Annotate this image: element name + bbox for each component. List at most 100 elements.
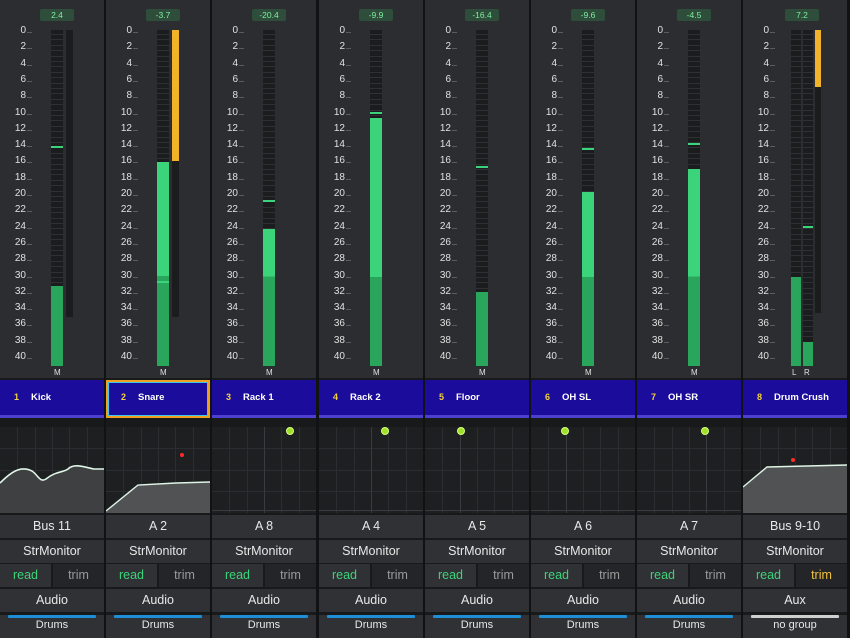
meter-segment <box>263 39 275 40</box>
meter-panel[interactable]: -4.5 0 2 4 6 8 10 12 14 16 18 20 22 24 26 28 30 32 34 36 38 4… <box>637 0 741 378</box>
automation-read-button[interactable]: read <box>319 564 370 587</box>
eq-thumbnail[interactable] <box>212 427 316 513</box>
meter-panel[interactable]: -16.4 0 2 4 6 8 10 12 14 16 18 20 22 24 26 28 30 32 34 36 38… <box>425 0 529 378</box>
input-selector[interactable]: Bus 11 <box>0 515 104 538</box>
meter-scale-tick: 0 <box>20 25 26 36</box>
automation-read-button[interactable]: read <box>637 564 688 587</box>
automation-trim-button[interactable]: trim <box>53 564 104 587</box>
eq-node-dot[interactable] <box>561 427 569 435</box>
automation-read-button[interactable]: read <box>0 564 51 587</box>
meter-segment <box>51 115 63 116</box>
automation-trim-button[interactable]: trim <box>690 564 741 587</box>
monitor-selector[interactable]: StrMonitor <box>106 540 210 563</box>
meter-scale-mark <box>558 178 563 180</box>
meter-segment <box>263 169 275 170</box>
input-selector[interactable]: A 4 <box>319 515 423 538</box>
meter-segment <box>688 66 700 67</box>
input-selector[interactable]: A 7 <box>637 515 741 538</box>
automation-read-button[interactable]: read <box>212 564 263 587</box>
meter-segment <box>51 239 63 240</box>
monitor-selector[interactable]: StrMonitor <box>0 540 104 563</box>
meter-scale-mark <box>27 113 32 115</box>
input-selector[interactable]: A 6 <box>531 515 635 538</box>
meter-segment <box>263 147 275 148</box>
monitor-selector[interactable]: StrMonitor <box>637 540 741 563</box>
meter-panel[interactable]: -3.7 0 2 4 6 8 10 12 14 16 18 20 22 24 26 28 30 32 34 36 38 4… <box>106 0 210 378</box>
meter-scale-mark <box>27 178 32 180</box>
channel-name-button[interactable]: 1 Kick <box>0 380 104 418</box>
input-selector[interactable]: A 8 <box>212 515 316 538</box>
automation-trim-button[interactable]: trim <box>796 564 847 587</box>
automation-read-button[interactable]: read <box>531 564 582 587</box>
automation-trim-button[interactable]: trim <box>478 564 529 587</box>
automation-read-button[interactable]: read <box>425 564 476 587</box>
meter-segment <box>263 83 275 84</box>
meter-scale-tick: 38 <box>333 334 345 346</box>
eq-node-dot[interactable] <box>381 427 389 435</box>
meter-segment <box>582 169 594 170</box>
monitor-selector[interactable]: StrMonitor <box>531 540 635 563</box>
meter-panel[interactable]: -20.4 0 2 4 6 8 10 12 14 16 18 20 22 24 26 28 30 32 34 36 38… <box>212 0 316 378</box>
eq-thumbnail[interactable] <box>425 427 529 513</box>
meter-segment <box>263 218 275 219</box>
automation-trim-button[interactable]: trim <box>584 564 635 587</box>
meter-scale-tick: 38 <box>226 334 238 346</box>
peak-readout[interactable]: -4.5 <box>677 9 711 21</box>
meter-scale-tick: 14 <box>14 139 26 151</box>
channel-name-button[interactable]: 2 Snare <box>106 380 210 418</box>
meter-segment <box>476 72 488 73</box>
channel-name-button[interactable]: 7 OH SR <box>637 380 741 418</box>
meter-scale-mark <box>27 243 32 245</box>
automation-trim-button[interactable]: trim <box>265 564 316 587</box>
meter-panel[interactable]: 2.4 0 2 4 6 8 10 12 14 16 18 20 22 24 26 28 30 32 34 36 38 40… <box>0 0 104 378</box>
eq-thumbnail[interactable] <box>0 427 104 513</box>
meter-scale-tick: 30 <box>226 269 238 281</box>
meter-scale-mark <box>770 309 775 311</box>
channel-name-button[interactable]: 4 Rack 2 <box>319 380 423 418</box>
peak-readout[interactable]: -9.9 <box>359 9 393 21</box>
eq-node-dot[interactable] <box>457 427 465 435</box>
monitor-selector[interactable]: StrMonitor <box>212 540 316 563</box>
meter-segment <box>370 45 382 46</box>
monitor-selector[interactable]: StrMonitor <box>425 540 529 563</box>
eq-thumbnail[interactable] <box>743 427 847 513</box>
channel-name-button[interactable]: 6 OH SL <box>531 380 635 418</box>
peak-readout[interactable]: -16.4 <box>465 9 499 21</box>
eq-thumbnail[interactable] <box>106 427 210 513</box>
input-selector[interactable]: A 2 <box>106 515 210 538</box>
automation-read-button[interactable]: read <box>106 564 157 587</box>
monitor-selector[interactable]: StrMonitor <box>743 540 847 563</box>
channel-name-button[interactable]: 8 Drum Crush <box>743 380 847 418</box>
meter-segment <box>582 39 594 40</box>
meter-scale-tick: 22 <box>14 204 26 216</box>
meter-segment <box>476 158 488 159</box>
eq-node-dot[interactable] <box>701 427 709 435</box>
eq-thumbnail[interactable] <box>637 427 741 513</box>
meter-scale-mark <box>239 64 244 66</box>
input-selector[interactable]: A 5 <box>425 515 529 538</box>
meter-panel[interactable]: -9.6 0 2 4 6 8 10 12 14 16 18 20 22 24 26 28 30 32 34 36 38 4… <box>531 0 635 378</box>
meter-segment <box>803 34 813 35</box>
channel-name-button[interactable]: 3 Rack 1 <box>212 380 316 418</box>
eq-thumbnail[interactable] <box>319 427 423 513</box>
peak-readout[interactable]: -9.6 <box>571 9 605 21</box>
meter-scale-mark <box>664 32 669 33</box>
eq-thumbnail[interactable] <box>531 427 635 513</box>
meter-segment <box>803 66 813 67</box>
automation-read-button[interactable]: read <box>743 564 794 587</box>
peak-readout[interactable]: 7.2 <box>785 9 819 21</box>
peak-readout[interactable]: 2.4 <box>40 9 74 21</box>
track-type-label: Audio <box>531 589 635 612</box>
meter-scale-mark <box>558 80 563 82</box>
channel-name-button[interactable]: 5 Floor <box>425 380 529 418</box>
meter-panel[interactable]: 7.2 0 2 4 6 8 10 12 14 16 18 20 22 24 26 28 30 32 34 36 38 40… <box>743 0 847 378</box>
automation-trim-button[interactable]: trim <box>372 564 423 587</box>
peak-readout[interactable]: -3.7 <box>146 9 180 21</box>
meter-panel[interactable]: -9.9 0 2 4 6 8 10 12 14 16 18 20 22 24 26 28 30 32 34 36 38 4… <box>319 0 423 378</box>
input-selector[interactable]: Bus 9-10 <box>743 515 847 538</box>
meter-segment <box>582 99 594 100</box>
peak-readout[interactable]: -20.4 <box>252 9 286 21</box>
eq-node-dot[interactable] <box>286 427 294 435</box>
monitor-selector[interactable]: StrMonitor <box>319 540 423 563</box>
automation-trim-button[interactable]: trim <box>159 564 210 587</box>
